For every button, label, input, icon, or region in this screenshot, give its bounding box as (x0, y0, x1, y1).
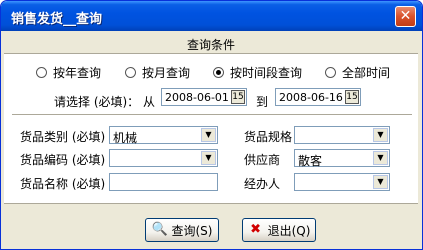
chevron-down-icon[interactable]: ▼ (373, 175, 388, 189)
exit-button-label: 退出(Q) (267, 223, 311, 238)
name-input[interactable] (109, 173, 218, 191)
spec-label: 货品规格 (244, 130, 293, 144)
date-to-value: 2008-06-16 (279, 91, 343, 104)
close-window-button[interactable]: ✕ (395, 6, 416, 27)
radio-dot-selected[interactable] (213, 66, 224, 78)
section-title: 查询条件 (186, 38, 235, 52)
dialog-window: 销售发货__查询 ✕ 查询条件 按年查询 按月查询 按时间段查询 全部时间 请选… (0, 0, 423, 250)
button-bar: 🔍 查询(S) ✖ 退出(Q) (4, 203, 418, 248)
category-value: 机械 (113, 131, 138, 145)
radio-label: 按年查询 (53, 65, 102, 80)
spec-combo[interactable]: ▼ (294, 126, 390, 144)
supplier-label: 供应商 (244, 153, 281, 167)
query-button[interactable]: 🔍 查询(S) (145, 218, 219, 242)
radio-label: 全部时间 (342, 65, 391, 80)
radio-label: 按时间段查询 (230, 65, 303, 80)
code-combo[interactable]: ▼ (109, 149, 218, 167)
title-bar[interactable]: 销售发货__查询 ✕ (1, 1, 422, 31)
window-title: 销售发货__查询 (11, 12, 103, 27)
category-label: 货品类别 (必填) (20, 130, 106, 144)
radio-by-year[interactable]: 按年查询 (36, 64, 101, 80)
date-to-picker[interactable]: 2008-06-16 15 (275, 88, 361, 106)
chevron-down-icon[interactable]: ▼ (373, 151, 388, 165)
radio-by-range[interactable]: 按时间段查询 (213, 64, 302, 80)
date-to-label: 到 (256, 95, 269, 109)
radio-dot[interactable] (36, 66, 47, 78)
query-button-label: 查询(S) (171, 223, 213, 238)
radio-all-time[interactable]: 全部时间 (325, 64, 390, 80)
radio-by-month[interactable]: 按月查询 (125, 64, 190, 80)
supplier-value: 散客 (298, 154, 323, 168)
radio-dot[interactable] (125, 66, 136, 78)
chevron-down-icon[interactable]: ▼ (373, 128, 388, 142)
calendar-icon[interactable]: 15 (231, 90, 245, 104)
name-label: 货品名称 (必填) (20, 177, 106, 191)
search-icon: 🔍 (151, 222, 168, 237)
section-header: 查询条件 (4, 33, 418, 54)
close-icon: ✖ (250, 222, 262, 237)
radio-label: 按月查询 (142, 65, 191, 80)
supplier-combo[interactable]: 散客 ▼ (294, 149, 390, 168)
exit-button[interactable]: ✖ 退出(Q) (242, 218, 316, 242)
dialog-body: 查询条件 按年查询 按月查询 按时间段查询 全部时间 请选择 (必填)： 从 2… (4, 31, 419, 248)
chevron-down-icon[interactable]: ▼ (201, 151, 216, 165)
handler-label: 经办人 (244, 177, 281, 191)
handler-combo[interactable]: ▼ (294, 173, 390, 191)
date-prompt-label: 请选择 (必填)： 从 (54, 95, 155, 109)
chevron-down-icon[interactable]: ▼ (201, 128, 216, 142)
date-from-picker[interactable]: 2008-06-01 15 (161, 88, 247, 106)
category-combo[interactable]: 机械 ▼ (109, 126, 218, 145)
radio-dot[interactable] (325, 66, 336, 78)
calendar-icon[interactable]: 15 (345, 90, 359, 104)
divider (12, 114, 412, 116)
code-label: 货品编码 (必填) (20, 153, 106, 167)
date-from-value: 2008-06-01 (165, 91, 229, 104)
